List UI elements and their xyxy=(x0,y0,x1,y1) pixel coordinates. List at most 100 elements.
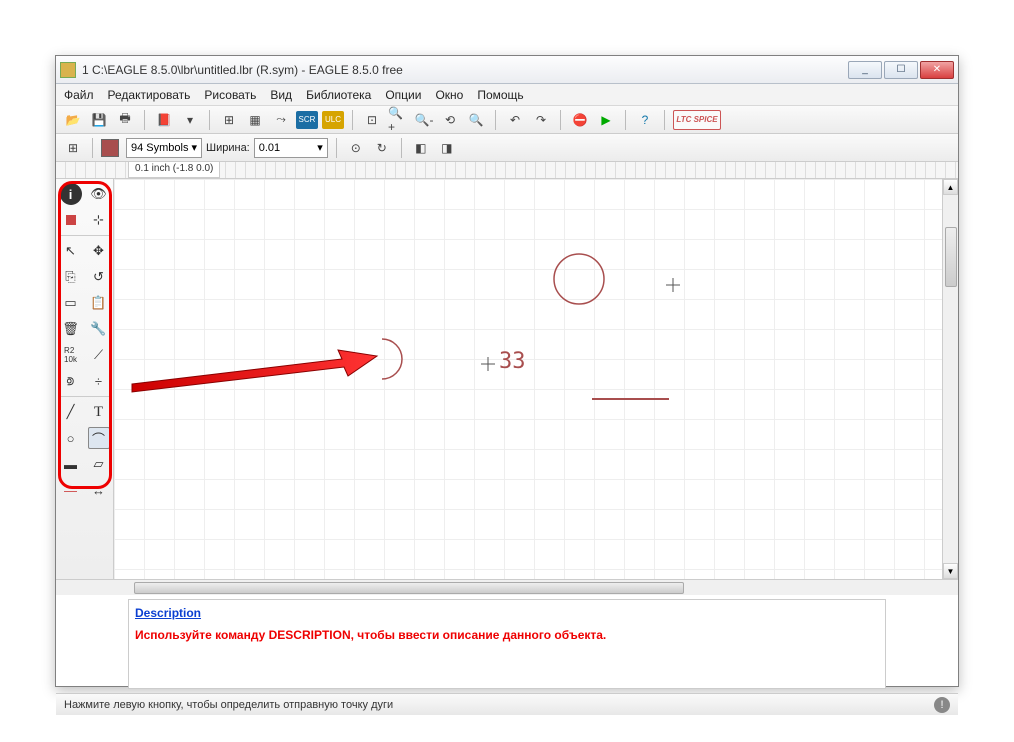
pin-tool[interactable]: — xyxy=(60,479,82,501)
dimension-tool[interactable]: ↔ xyxy=(88,479,110,501)
undo-button[interactable]: ↶ xyxy=(504,109,526,131)
zoom-in-button[interactable]: 🔍+ xyxy=(387,109,409,131)
menu-options[interactable]: Опции xyxy=(385,88,421,102)
zoom-fit-button[interactable]: ⊡ xyxy=(361,109,383,131)
zoom-select-button[interactable]: 🔍 xyxy=(465,109,487,131)
print-button[interactable]: 🖶 xyxy=(114,109,136,131)
paste-tool[interactable]: 📋 xyxy=(88,292,110,314)
rotate-tool[interactable]: ↺ xyxy=(88,266,110,288)
style2-button[interactable]: ↻ xyxy=(371,137,393,159)
window-title: 1 C:\EAGLE 8.5.0\lbr\untitled.lbr (R.sym… xyxy=(82,63,848,77)
separator xyxy=(92,138,93,158)
menu-bar: Файл Редактировать Рисовать Вид Библиоте… xyxy=(56,84,958,106)
stop-button[interactable]: ⛔ xyxy=(569,109,591,131)
align-left-button[interactable]: ◧ xyxy=(410,137,432,159)
title-bar: 1 C:\EAGLE 8.5.0\lbr\untitled.lbr (R.sym… xyxy=(56,56,958,84)
redo-button[interactable]: ↷ xyxy=(530,109,552,131)
width-label: Ширина: xyxy=(206,142,250,154)
grid-button[interactable]: ⊞ xyxy=(218,109,240,131)
separator xyxy=(625,110,626,130)
menu-file[interactable]: Файл xyxy=(64,88,94,102)
separator xyxy=(664,110,665,130)
copy-tool[interactable]: ⎘ xyxy=(60,266,82,288)
layer-color-swatch[interactable] xyxy=(101,139,119,157)
layers-tool[interactable] xyxy=(60,209,82,231)
separator xyxy=(560,110,561,130)
canvas-text-value: 33 xyxy=(499,349,526,374)
select-tool[interactable]: ↖ xyxy=(60,240,82,262)
wire-tool[interactable]: ╱ xyxy=(60,401,82,423)
window-controls: _ ☐ ✕ xyxy=(848,61,954,79)
grid-toggle-button[interactable]: ⊞ xyxy=(62,137,84,159)
show-tool[interactable]: 👁 xyxy=(88,183,110,205)
app-icon xyxy=(60,62,76,78)
change-tool[interactable]: 🔧 xyxy=(88,318,110,340)
separator xyxy=(336,138,337,158)
horizontal-scrollbar[interactable] xyxy=(114,579,958,595)
scroll-down-arrow[interactable]: ▼ xyxy=(943,563,958,579)
text-tool[interactable]: T xyxy=(88,401,110,423)
menu-help[interactable]: Помощь xyxy=(477,88,523,102)
delete-tool[interactable]: 🗑 xyxy=(60,318,82,340)
mark-tool[interactable]: ⊹ xyxy=(88,209,110,231)
menu-edit[interactable]: Редактировать xyxy=(108,88,191,102)
move-tool[interactable]: ✥ xyxy=(88,240,110,262)
go-button[interactable]: ▶ xyxy=(595,109,617,131)
scroll-up-arrow[interactable]: ▲ xyxy=(943,179,958,195)
scroll-thumb[interactable] xyxy=(945,227,957,287)
separator xyxy=(144,110,145,130)
layer-select[interactable]: 94 Symbols ▾ xyxy=(126,138,202,158)
menu-library[interactable]: Библиотека xyxy=(306,88,371,102)
separator xyxy=(352,110,353,130)
status-bar: Нажмите левую кнопку, чтобы определить о… xyxy=(56,693,958,715)
style1-button[interactable]: ⊙ xyxy=(345,137,367,159)
app-window: 1 C:\EAGLE 8.5.0\lbr\untitled.lbr (R.sym… xyxy=(55,55,959,687)
vertical-scrollbar[interactable]: ▲ ▼ xyxy=(942,179,958,579)
maximize-button[interactable]: ☐ xyxy=(884,61,918,79)
work-area: i 👁 ⊹ ↖ ✥ ⎘ ↺ ▭ 📋 🗑 🔧 R210k ⟋ ⟄ ÷ xyxy=(56,179,958,579)
ruler: 0.1 inch (-1.8 0.0) xyxy=(56,162,958,179)
close-button[interactable]: ✕ xyxy=(920,61,954,79)
parameter-toolbar: ⊞ 94 Symbols ▾ Ширина: 0.01 ▾ ⊙ ↻ ◧ ◨ xyxy=(56,134,958,162)
grid2-button[interactable]: ▦ xyxy=(244,109,266,131)
polygon-tool[interactable]: ▱ xyxy=(88,453,110,475)
rect-tool[interactable]: ▬ xyxy=(60,453,82,475)
menu-draw[interactable]: Рисовать xyxy=(204,88,256,102)
ulc-button[interactable]: ULC xyxy=(322,111,344,129)
route-button[interactable]: ⤳ xyxy=(270,109,292,131)
miter-tool[interactable]: ⟄ xyxy=(60,370,82,392)
description-link[interactable]: Description xyxy=(135,606,879,620)
info-tool[interactable]: i xyxy=(60,183,82,205)
action-toolbar: 📂 💾 🖶 📕 ▾ ⊞ ▦ ⤳ SCR ULC ⊡ 🔍+ 🔍- ⟲ 🔍 ↶ ↷ … xyxy=(56,106,958,134)
save-button[interactable]: 💾 xyxy=(88,109,110,131)
separator xyxy=(495,110,496,130)
separator xyxy=(401,138,402,158)
status-info-icon[interactable]: ! xyxy=(934,697,950,713)
menu-view[interactable]: Вид xyxy=(270,88,292,102)
split-tool[interactable]: ÷ xyxy=(88,370,110,392)
ltc-spice-button[interactable]: LTC SPICE xyxy=(673,110,721,130)
name-tool[interactable]: R210k xyxy=(60,344,82,366)
zoom-redraw-button[interactable]: ⟲ xyxy=(439,109,461,131)
value-tool[interactable]: ⟋ xyxy=(88,344,110,366)
arc-tool[interactable]: ⌒ xyxy=(88,427,110,449)
drawing-canvas[interactable]: 33 xyxy=(114,179,942,579)
help-button[interactable]: ? xyxy=(634,109,656,131)
hscroll-thumb[interactable] xyxy=(134,582,684,594)
align-right-button[interactable]: ◨ xyxy=(436,137,458,159)
group-tool[interactable]: ▭ xyxy=(60,292,82,314)
book-icon[interactable]: 📕 xyxy=(153,109,175,131)
zoom-out-button[interactable]: 🔍- xyxy=(413,109,435,131)
scr-button[interactable]: SCR xyxy=(296,111,318,129)
menu-window[interactable]: Окно xyxy=(435,88,463,102)
tool-palette: i 👁 ⊹ ↖ ✥ ⎘ ↺ ▭ 📋 🗑 🔧 R210k ⟋ ⟄ ÷ xyxy=(56,179,114,579)
minimize-button[interactable]: _ xyxy=(848,61,882,79)
hscroll-row xyxy=(56,579,958,595)
circle-tool[interactable]: ○ xyxy=(60,427,82,449)
open-button[interactable]: 📂 xyxy=(62,109,84,131)
width-select[interactable]: 0.01 ▾ xyxy=(254,138,328,158)
chevron-down-icon[interactable]: ▾ xyxy=(179,109,201,131)
separator xyxy=(209,110,210,130)
divider xyxy=(61,396,109,397)
divider xyxy=(61,235,109,236)
